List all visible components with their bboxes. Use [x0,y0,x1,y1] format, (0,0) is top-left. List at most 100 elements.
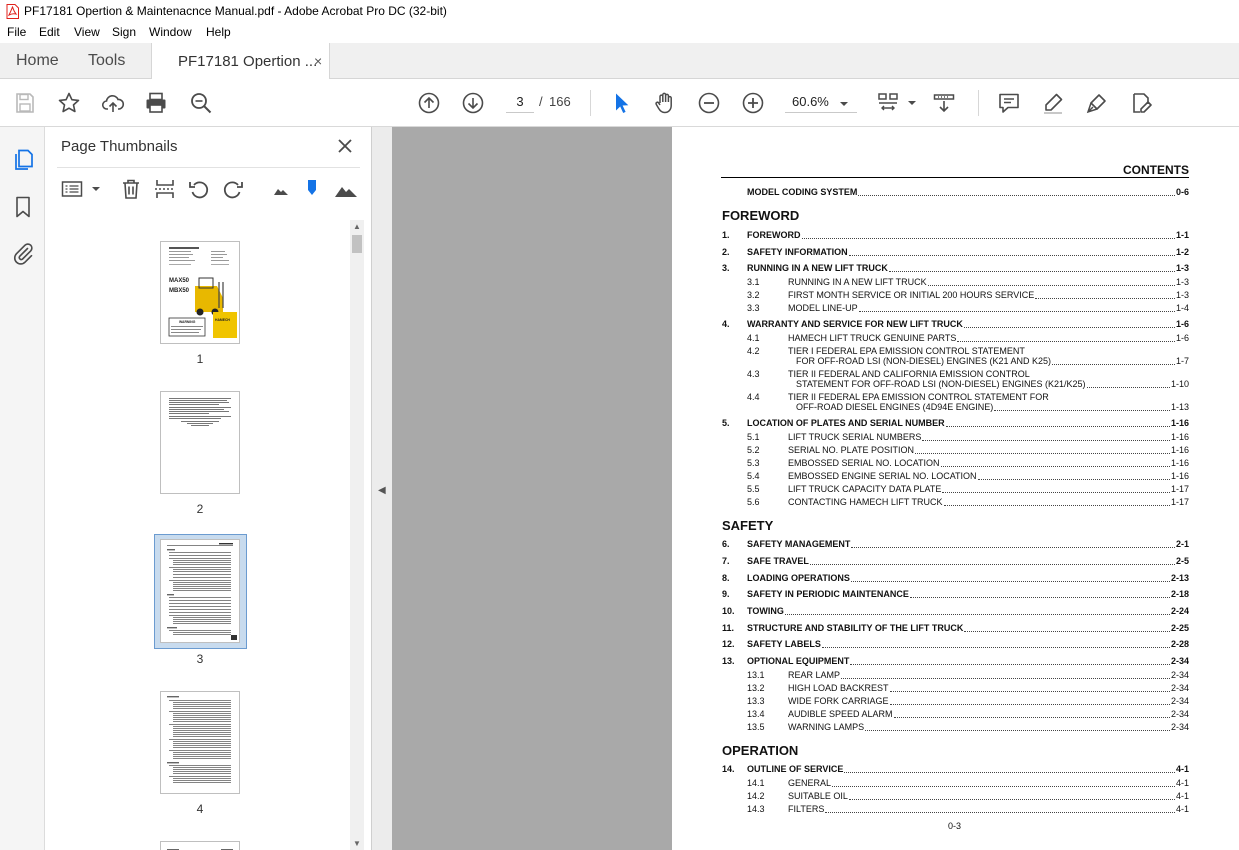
toc-entry[interactable]: 5.5 LIFT TRUCK CAPACITY DATA PLATE 1-17 [672,484,1189,496]
document-viewport[interactable]: CONTENTS MODEL CODING SYSTEM 0-6 FOREWORD 1… [392,127,1239,850]
menu-view[interactable]: View [74,25,100,39]
page-thumbnail-2[interactable] [160,391,240,494]
toc-entry[interactable]: 13.2 HIGH LOAD BACKREST 2-34 [672,683,1189,695]
toc-entry[interactable]: 8. LOADING OPERATIONS 2-13 [672,573,1189,585]
toc-entry[interactable]: 13. OPTIONAL EQUIPMENT 2-34 [672,656,1189,668]
toc-entry-page: 1-3 [1175,263,1189,273]
pdf-page: CONTENTS MODEL CODING SYSTEM 0-6 FOREWORD 1… [672,127,1239,850]
toc-entry-number: 5. [722,418,730,428]
zoom-out-icon[interactable] [697,91,721,115]
toc-entry[interactable]: 14.3 FILTERS 4-1 [672,804,1189,816]
toc-entry[interactable]: 3.2 FIRST MONTH SERVICE OR INITIAL 200 HO… [672,290,1189,302]
cover-brand: HAMECH [215,318,230,322]
toc-entry[interactable]: 12. SAFETY LABELS 2-28 [672,639,1189,651]
toc-entry[interactable]: 7. SAFE TRAVEL 2-5 [672,556,1189,568]
star-icon[interactable] [57,91,81,115]
toc-entry[interactable]: 5.4 EMBOSSED ENGINE SERIAL NO. LOCATION 1-… [672,471,1189,483]
highlight-pen-icon[interactable] [1041,91,1065,115]
rotate-left-icon[interactable] [187,177,211,201]
next-page-icon[interactable] [461,91,485,115]
page-thumbnail-3[interactable] [160,539,240,643]
thumbnail-options-icon[interactable] [60,177,84,201]
toc-entry[interactable]: 1. FOREWORD 1-1 [672,230,1189,242]
page-thumbnail-4[interactable] [160,691,240,794]
toc-entry-number: 5.6 [747,497,760,507]
toc-entry[interactable]: 5.3 EMBOSSED SERIAL NO. LOCATION 1-16 [672,458,1189,470]
hand-tool-icon[interactable] [653,91,677,115]
page-footer-number: 0-3 [948,821,962,831]
toc-entry[interactable]: 4. WARRANTY AND SERVICE FOR NEW LIFT TRUC… [672,319,1189,331]
page-thumbnail-1[interactable]: MAX50 MBX50 WARNING HAMECH [160,241,240,344]
menu-sign[interactable]: Sign [112,25,136,39]
toc-entry[interactable]: 4.3 TIER II FEDERAL AND CALIFORNIA EMISSI… [672,369,1189,389]
toc-entry[interactable]: 4.4 TIER II FEDERAL EPA EMISSION CONTROL … [672,392,1189,412]
rotate-right-icon[interactable] [221,177,245,201]
panel-collapse-strip[interactable]: ◀ [372,127,392,850]
toc-entry[interactable]: 5.2 SERIAL NO. PLATE POSITION 1-16 [672,445,1189,457]
comment-icon[interactable] [997,91,1021,115]
toc-entry[interactable]: 13.5 WARNING LAMPS 2-34 [672,722,1189,734]
edit-pdf-icon[interactable] [1129,91,1153,115]
toc-entry[interactable]: 13.1 REAR LAMP 2-34 [672,670,1189,682]
toc-entry[interactable]: MODEL CODING SYSTEM 0-6 [672,187,1189,199]
toc-entry[interactable]: 13.3 WIDE FORK CARRIAGE 2-34 [672,696,1189,708]
toc-dot-leader [964,319,1175,328]
close-tab-icon[interactable]: × [314,53,322,69]
print-icon[interactable] [144,91,168,115]
toc-entry[interactable]: 5.1 LIFT TRUCK SERIAL NUMBERS 1-16 [672,432,1189,444]
bookmark-icon[interactable] [11,195,35,219]
toc-entry[interactable]: 9. SAFETY IN PERIODIC MAINTENANCE 2-18 [672,589,1189,601]
collapse-left-icon[interactable]: ◀ [378,485,386,496]
draw-pen-icon[interactable] [1085,91,1109,115]
tab-document[interactable]: PF17181 Opertion ... × [151,43,330,80]
thumbnail-size-slider-icon[interactable] [300,177,324,201]
thumbnails-scrollbar[interactable]: ▲ ▼ [350,220,364,850]
page-number-input[interactable] [506,91,534,113]
close-panel-icon[interactable] [335,136,355,156]
tab-home[interactable]: Home [16,52,59,70]
toc-dot-leader [844,764,1175,773]
attachment-icon[interactable] [11,241,35,265]
toc-entry[interactable]: 5. LOCATION OF PLATES AND SERIAL NUMBER 1-… [672,418,1189,430]
toc-entry[interactable]: 4.2 TIER I FEDERAL EPA EMISSION CONTROL S… [672,346,1189,366]
menu-edit[interactable]: Edit [39,25,60,39]
scroll-down-arrow-icon[interactable]: ▼ [353,839,361,848]
toc-entry[interactable]: 2. SAFETY INFORMATION 1-2 [672,247,1189,259]
smaller-thumbnails-icon[interactable] [269,177,293,201]
page-fit-icon[interactable] [876,91,900,115]
toc-entry[interactable]: 3.1 RUNNING IN A NEW LIFT TRUCK 1-3 [672,277,1189,289]
toc-entry[interactable]: 14.2 SUITABLE OIL 4-1 [672,791,1189,803]
toc-entry-title: EMBOSSED ENGINE SERIAL NO. LOCATION [788,471,977,481]
toc-entry[interactable]: 3. RUNNING IN A NEW LIFT TRUCK 1-3 [672,263,1189,275]
toc-entry[interactable]: 4.1 HAMECH LIFT TRUCK GENUINE PARTS 1-6 [672,333,1189,345]
zoom-in-icon[interactable] [741,91,765,115]
menu-file[interactable]: File [7,25,26,39]
toc-entry[interactable]: 10. TOWING 2-24 [672,606,1189,618]
menu-help[interactable]: Help [206,25,231,39]
toc-entry[interactable]: 14. OUTLINE OF SERVICE 4-1 [672,764,1189,776]
scroll-mode-icon[interactable] [932,91,956,115]
page-thumbnails-icon[interactable] [11,148,35,172]
scroll-up-arrow-icon[interactable]: ▲ [353,222,361,231]
page-thumbnail-5[interactable] [160,841,240,850]
larger-thumbnails-icon[interactable] [334,177,358,201]
page-fit-dropdown-icon[interactable] [900,91,916,115]
toc-entry[interactable]: 5.6 CONTACTING HAMECH LIFT TRUCK 1-17 [672,497,1189,509]
toc-entry[interactable]: 11. STRUCTURE AND STABILITY OF THE LIFT T… [672,623,1189,635]
delete-page-icon[interactable] [119,177,143,201]
select-cursor-icon[interactable] [609,91,633,115]
toc-entry[interactable]: 13.4 AUDIBLE SPEED ALARM 2-34 [672,709,1189,721]
zoom-level-select[interactable]: 60.6% [785,91,857,113]
tab-tools[interactable]: Tools [88,52,125,70]
zoom-search-icon[interactable] [189,91,213,115]
scrollbar-thumb[interactable] [352,235,362,253]
previous-page-icon[interactable] [417,91,441,115]
save-icon[interactable] [13,91,37,115]
toc-entry[interactable]: 3.3 MODEL LINE-UP 1-4 [672,303,1189,315]
menu-window[interactable]: Window [149,25,192,39]
extract-page-icon[interactable] [153,177,177,201]
toc-entry[interactable]: 6. SAFETY MANAGEMENT 2-1 [672,539,1189,551]
upload-cloud-icon[interactable] [101,91,125,115]
options-dropdown-icon[interactable] [84,177,100,201]
toc-entry[interactable]: 14.1 GENERAL 4-1 [672,778,1189,790]
